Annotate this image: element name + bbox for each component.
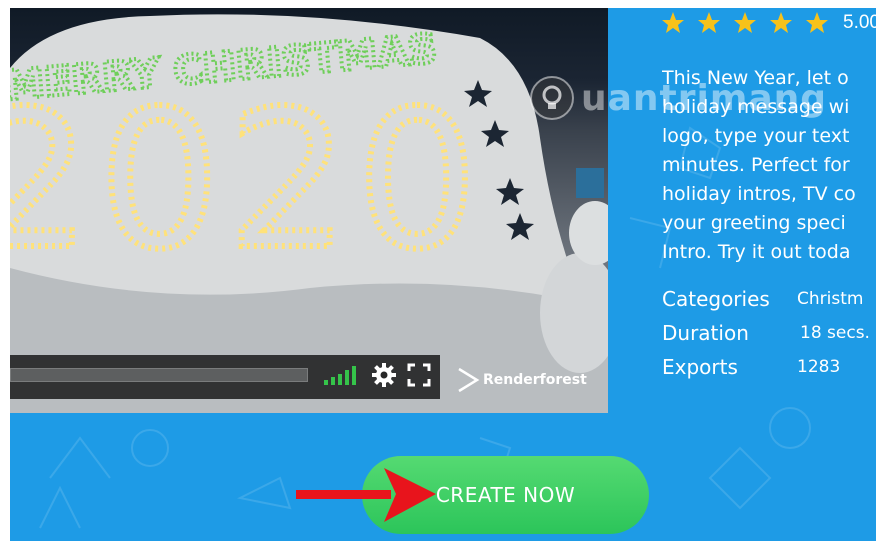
rating: 5.00 <box>661 8 876 38</box>
description-line: logo, type your text <box>662 125 850 147</box>
lightbulb-icon <box>530 76 574 120</box>
star-icon <box>698 12 720 33</box>
brand-name: Renderforest <box>483 372 587 388</box>
description-line: holiday message wi <box>662 96 850 118</box>
meta-row-exports: Exports 1283 <box>662 350 876 384</box>
categories-value[interactable]: Christm <box>797 282 863 316</box>
gear-icon[interactable] <box>371 362 397 388</box>
renderforest-brand[interactable]: Renderforest <box>456 365 587 395</box>
description-line: This New Year, let o <box>662 67 849 89</box>
description-line: holiday intros, TV co <box>662 183 856 205</box>
product-card: MERRY CHRISTMAS 2020 Renderforest uantri… <box>10 8 876 541</box>
volume-icon[interactable] <box>324 365 358 385</box>
renderforest-logo-icon <box>458 367 480 393</box>
meta-row-duration: Duration 18 secs. <box>662 316 876 350</box>
star-icon <box>770 12 792 33</box>
fullscreen-icon[interactable] <box>407 363 431 387</box>
banner-year-text: 2020 <box>10 70 486 291</box>
video-scene: MERRY CHRISTMAS 2020 <box>10 14 608 413</box>
star-icon <box>806 12 828 33</box>
create-now-label: CREATE NOW <box>435 483 576 507</box>
player-controls <box>10 355 440 399</box>
star-icon <box>734 12 756 33</box>
red-arrow-icon <box>296 468 436 522</box>
progress-bar[interactable] <box>10 368 308 382</box>
duration-value: 18 secs. <box>800 323 870 343</box>
description-line: minutes. Perfect for <box>662 154 850 176</box>
description-line: Intro. Try it out toda <box>662 241 851 263</box>
exports-label: Exports <box>662 355 738 379</box>
star-icon <box>662 12 684 33</box>
rating-value: 5.00 <box>843 12 876 33</box>
categories-label: Categories <box>662 287 770 311</box>
video-preview[interactable]: MERRY CHRISTMAS 2020 Renderforest <box>10 8 608 413</box>
description-line: your greeting speci <box>662 212 846 234</box>
duration-label: Duration <box>662 321 749 345</box>
meta-row-categories: Categories Christm <box>662 282 876 316</box>
exports-value: 1283 <box>797 357 841 377</box>
meta-info: Categories Christm Duration 18 secs. Exp… <box>662 282 876 384</box>
description: This New Year, let o holiday message wi … <box>662 64 876 267</box>
